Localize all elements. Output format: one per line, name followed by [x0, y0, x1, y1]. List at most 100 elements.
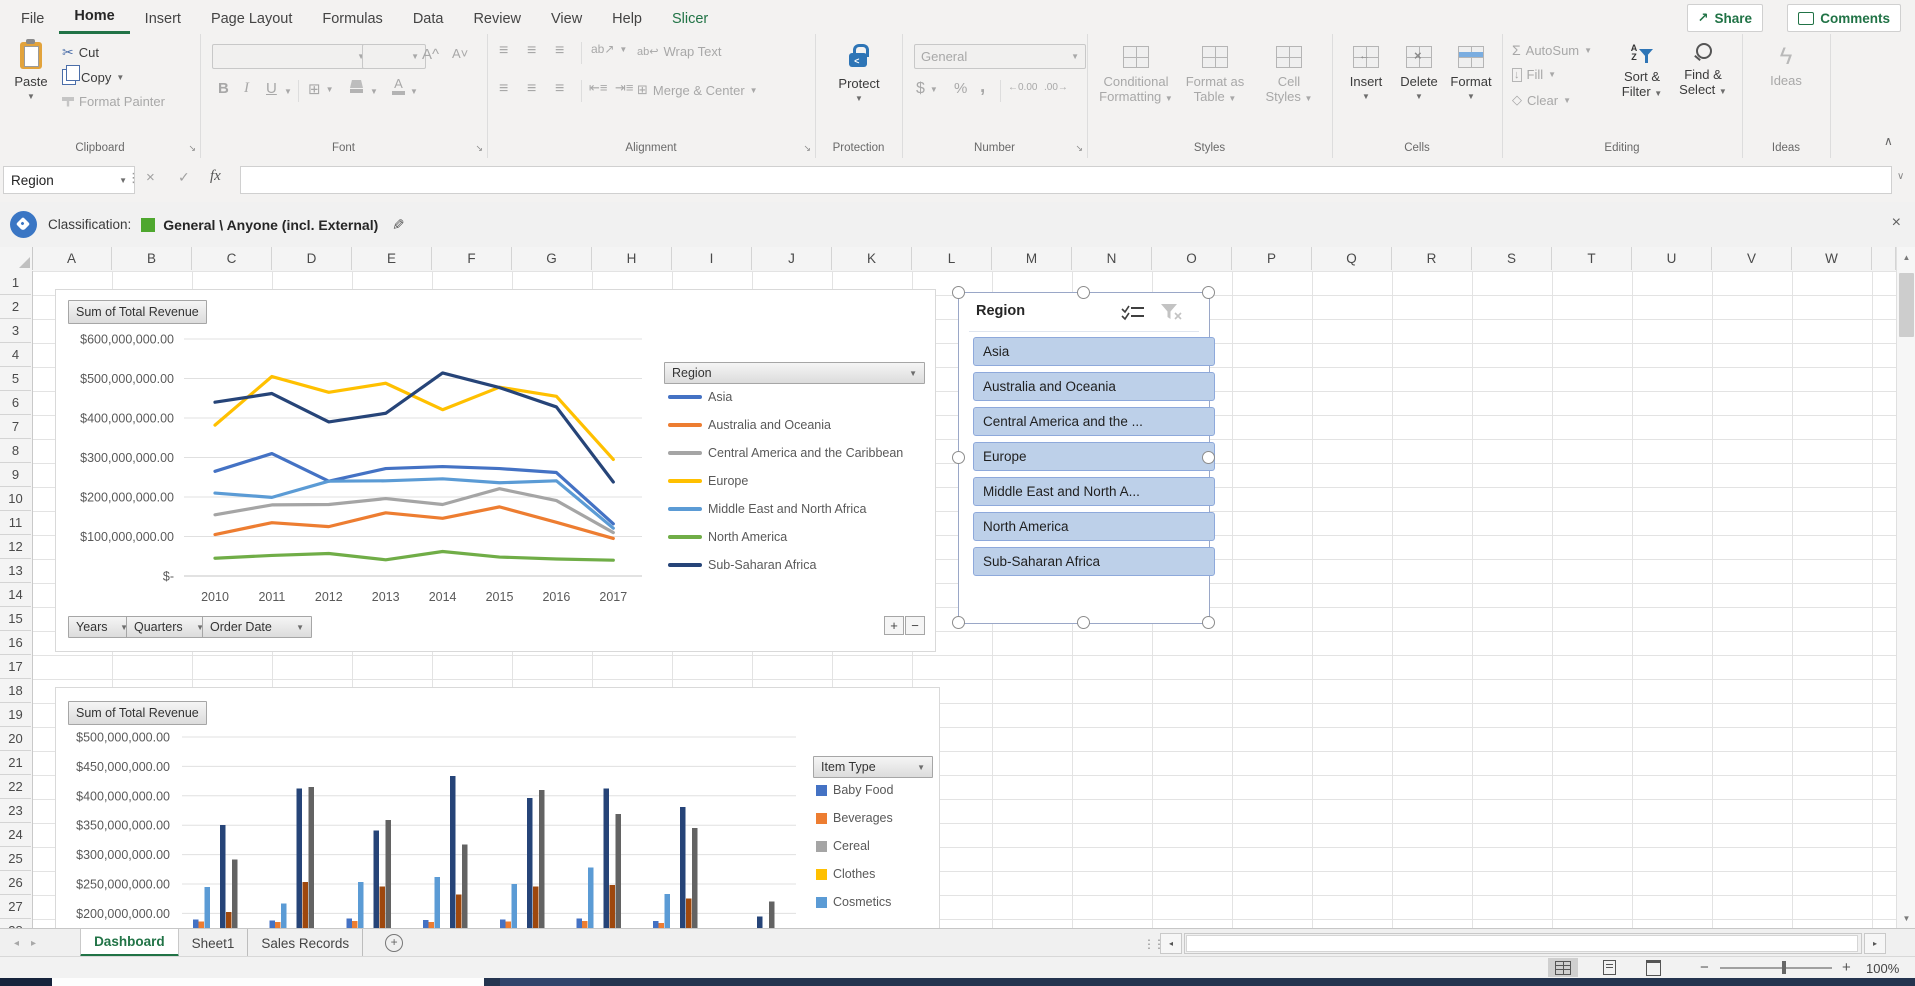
number-dialog-launcher-icon[interactable]: ↘ [1075, 143, 1083, 154]
row-header-16[interactable]: 16 [0, 631, 31, 655]
row-header-22[interactable]: 22 [0, 775, 31, 799]
column-header-V[interactable]: V [1712, 247, 1792, 270]
increase-font-icon[interactable]: A^ [422, 46, 439, 63]
row-header-5[interactable]: 5 [0, 367, 31, 391]
row-header-8[interactable]: 8 [0, 439, 31, 463]
row-header-3[interactable]: 3 [0, 319, 31, 343]
row-header-18[interactable]: 18 [0, 679, 31, 703]
zoom-level[interactable]: 100% [1866, 961, 1899, 976]
ribbon-tab-view[interactable]: View [536, 4, 597, 34]
column-header-T[interactable]: T [1552, 247, 1632, 270]
ribbon-tab-file[interactable]: File [6, 4, 59, 34]
fill-color-button[interactable] [350, 80, 363, 93]
slicer-clear-filter-icon[interactable] [1159, 303, 1183, 322]
row-header-21[interactable]: 21 [0, 751, 31, 775]
scroll-up-icon[interactable]: ▲ [1897, 247, 1915, 267]
slicer-item-europe[interactable]: Europe [973, 442, 1215, 471]
column-header-C[interactable]: C [192, 247, 272, 270]
fill-color-dropdown-icon[interactable]: ▼ [370, 87, 378, 96]
slicer-resize-handle[interactable] [952, 616, 965, 629]
column-header-N[interactable]: N [1072, 247, 1152, 270]
insert-cells-button[interactable]: Insert▼ [1344, 46, 1388, 104]
align-center-icon[interactable]: ≡ [527, 80, 536, 98]
slicer-multiselect-icon[interactable] [1121, 304, 1145, 321]
row-header-1[interactable]: 1 [0, 271, 31, 295]
vertical-scrollbar-thumb[interactable] [1899, 273, 1914, 337]
delete-cells-button[interactable]: Delete▼ [1396, 46, 1442, 104]
underline-button[interactable]: U [266, 80, 277, 97]
row-header-2[interactable]: 2 [0, 295, 31, 319]
slicer-resize-handle[interactable] [1202, 451, 1215, 464]
decrease-decimal-icon[interactable]: .00→ [1044, 82, 1068, 93]
comments-button[interactable]: Comments [1787, 4, 1901, 32]
slicer-item-australia-and-oceania[interactable]: Australia and Oceania [973, 372, 1215, 401]
row-header-20[interactable]: 20 [0, 727, 31, 751]
column-header-R[interactable]: R [1392, 247, 1472, 270]
ribbon-tab-page-layout[interactable]: Page Layout [196, 4, 307, 34]
zoom-slider-track[interactable] [1720, 967, 1832, 969]
slicer-item-north-america[interactable]: North America [973, 512, 1215, 541]
slicer-resize-handle[interactable] [1077, 616, 1090, 629]
horizontal-scrollbar-thumb[interactable] [1186, 935, 1858, 952]
hscroll-right-icon[interactable]: ▸ [1864, 933, 1886, 954]
align-top-icon[interactable]: ≡ [499, 42, 508, 60]
region-slicer[interactable]: Region AsiaAustralia and OceaniaCentral … [958, 292, 1210, 624]
increase-decimal-icon[interactable]: ←0.00 [1008, 82, 1037, 93]
ribbon-tab-home[interactable]: Home [59, 1, 129, 34]
vertical-scrollbar[interactable]: ▲ ▼ [1896, 247, 1915, 928]
accounting-format-icon[interactable]: $▼ [916, 80, 938, 98]
column-header-H[interactable]: H [592, 247, 672, 270]
align-bottom-icon[interactable]: ≡ [555, 42, 564, 60]
pivot-bar-chart[interactable]: Sum of Total Revenue $500,000,000.00$450… [55, 687, 940, 929]
row-header-19[interactable]: 19 [0, 703, 31, 727]
italic-button[interactable]: I [244, 80, 249, 97]
conditional-formatting-button[interactable]: ConditionalFormatting ▼ [1097, 46, 1175, 106]
cancel-formula-icon[interactable]: × [146, 169, 155, 186]
ideas-button[interactable]: ϟ Ideas [1766, 44, 1806, 88]
clear-button[interactable]: ◇ Clear▼ [1512, 92, 1571, 108]
row-header-12[interactable]: 12 [0, 535, 31, 559]
select-all-corner[interactable] [0, 247, 33, 270]
insert-function-icon[interactable]: fx [210, 168, 221, 185]
column-header-U[interactable]: U [1632, 247, 1712, 270]
row-header-9[interactable]: 9 [0, 463, 31, 487]
column-header-L[interactable]: L [912, 247, 992, 270]
next-sheet-icon[interactable]: ▸ [31, 938, 36, 949]
slicer-item-sub-saharan-africa[interactable]: Sub-Saharan Africa [973, 547, 1215, 576]
row-header-7[interactable]: 7 [0, 415, 31, 439]
fill-button[interactable]: ↓ Fill▼ [1512, 67, 1556, 82]
row-header-6[interactable]: 6 [0, 391, 31, 415]
column-header-M[interactable]: M [992, 247, 1072, 270]
normal-view-button[interactable] [1548, 958, 1578, 977]
formula-input[interactable] [240, 166, 1892, 194]
comma-style-icon[interactable]: , [980, 76, 985, 98]
share-button[interactable]: ↗ Share [1687, 4, 1763, 32]
row-header-27[interactable]: 27 [0, 895, 31, 919]
borders-icon[interactable]: ⊞▼ [308, 80, 334, 98]
chart1-axis-field-button-quarters[interactable]: Quarters▼ [126, 616, 212, 638]
column-header-F[interactable]: F [432, 247, 512, 270]
row-header-4[interactable]: 4 [0, 343, 31, 367]
row-header-15[interactable]: 15 [0, 607, 31, 631]
column-header-K[interactable]: K [832, 247, 912, 270]
column-header-partial[interactable] [1872, 247, 1896, 270]
column-header-I[interactable]: I [672, 247, 752, 270]
pivot-line-chart[interactable]: Sum of Total Revenue $600,000,000.00$500… [55, 289, 936, 652]
slicer-resize-handle[interactable] [1202, 616, 1215, 629]
font-color-dropdown-icon[interactable]: ▼ [410, 87, 418, 96]
underline-dropdown-icon[interactable]: ▼ [284, 87, 292, 96]
clipboard-dialog-launcher-icon[interactable]: ↘ [188, 143, 196, 154]
slicer-resize-handle[interactable] [952, 286, 965, 299]
column-header-A[interactable]: A [32, 247, 112, 270]
wrap-text-button[interactable]: ab↩ Wrap Text [637, 44, 722, 59]
column-header-W[interactable]: W [1792, 247, 1872, 270]
row-header-10[interactable]: 10 [0, 487, 31, 511]
bold-button[interactable]: B [218, 80, 229, 97]
protect-button[interactable]: Protect ▼ [837, 44, 881, 106]
close-classification-icon[interactable]: × [1892, 214, 1901, 232]
paste-button[interactable]: Paste ▼ [8, 42, 54, 104]
font-name-combo[interactable]: ▼ [212, 44, 372, 69]
ribbon-tab-help[interactable]: Help [597, 4, 657, 34]
collapse-ribbon-icon[interactable]: ∧ [1884, 134, 1893, 148]
find-select-button[interactable]: Find &Select ▼ [1674, 42, 1732, 99]
